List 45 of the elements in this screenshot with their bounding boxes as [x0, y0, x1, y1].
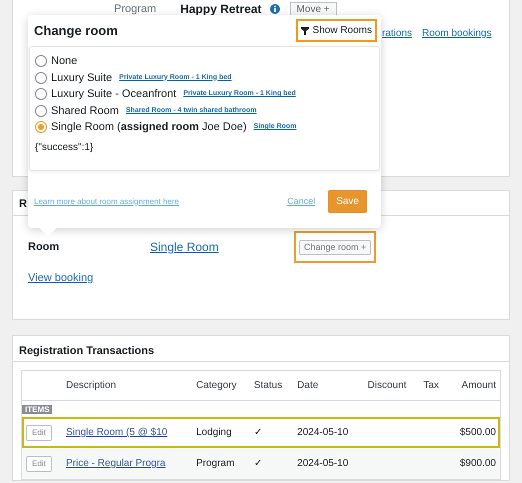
column-header: Description: [62, 371, 192, 400]
amount-cell: $500.00: [460, 427, 496, 438]
column-header: Status: [250, 371, 294, 400]
result-text: {"success":1}: [35, 140, 94, 154]
column-header: Date: [293, 371, 364, 400]
column-header: Amount: [447, 371, 500, 400]
room-label: Room: [28, 240, 60, 255]
view-booking-link[interactable]: View booking: [28, 272, 94, 284]
change-room-button[interactable]: Change room +: [299, 240, 372, 255]
edit-button[interactable]: Edit: [26, 424, 52, 440]
column-header: Category: [192, 371, 250, 400]
radio-button[interactable]: [35, 88, 47, 100]
group-label: ITEMS: [22, 405, 52, 414]
radio-button[interactable]: [35, 121, 47, 134]
program-name: Happy Retreat: [180, 1, 262, 18]
category-cell: Lodging: [196, 427, 232, 438]
amount-cell: $900.00: [460, 458, 496, 469]
option-label: Single Room (assigned room Joe Doe): [51, 120, 247, 135]
info-icon[interactable]: [270, 4, 280, 14]
radio-button[interactable]: [35, 55, 47, 68]
nav-link[interactable]: Room bookings: [422, 26, 492, 41]
option-label: Luxury Suite: [51, 70, 112, 86]
program-label: Program: [114, 2, 156, 17]
radio-button[interactable]: [35, 72, 47, 84]
move-button[interactable]: Move +: [290, 2, 337, 16]
column-header: Tax: [419, 371, 448, 400]
room-link[interactable]: Single Room: [150, 238, 294, 256]
column-header: Discount: [364, 371, 420, 400]
status-cell: ✓: [254, 458, 262, 469]
nav-link[interactable]: rations: [382, 26, 412, 41]
show-rooms-button[interactable]: Show Rooms: [296, 19, 377, 42]
date-cell: 2024-05-10: [297, 458, 348, 469]
popover-title: Change room: [34, 22, 118, 40]
status-cell: ✓: [254, 427, 262, 438]
radio-button[interactable]: [35, 104, 47, 117]
category-cell: Program: [196, 458, 234, 469]
description-link[interactable]: Single Room (5 @ $10: [66, 427, 168, 438]
panel-title: R: [19, 198, 27, 210]
filter-icon: [300, 26, 309, 34]
option-label: Shared Room: [51, 104, 119, 118]
panel-title: Registration Transactions: [19, 345, 154, 357]
option-label: None: [51, 54, 78, 69]
date-cell: 2024-05-10: [297, 427, 348, 438]
edit-button[interactable]: Edit: [26, 456, 52, 472]
option-label: Luxury Suite - Oceanfront: [51, 87, 176, 102]
